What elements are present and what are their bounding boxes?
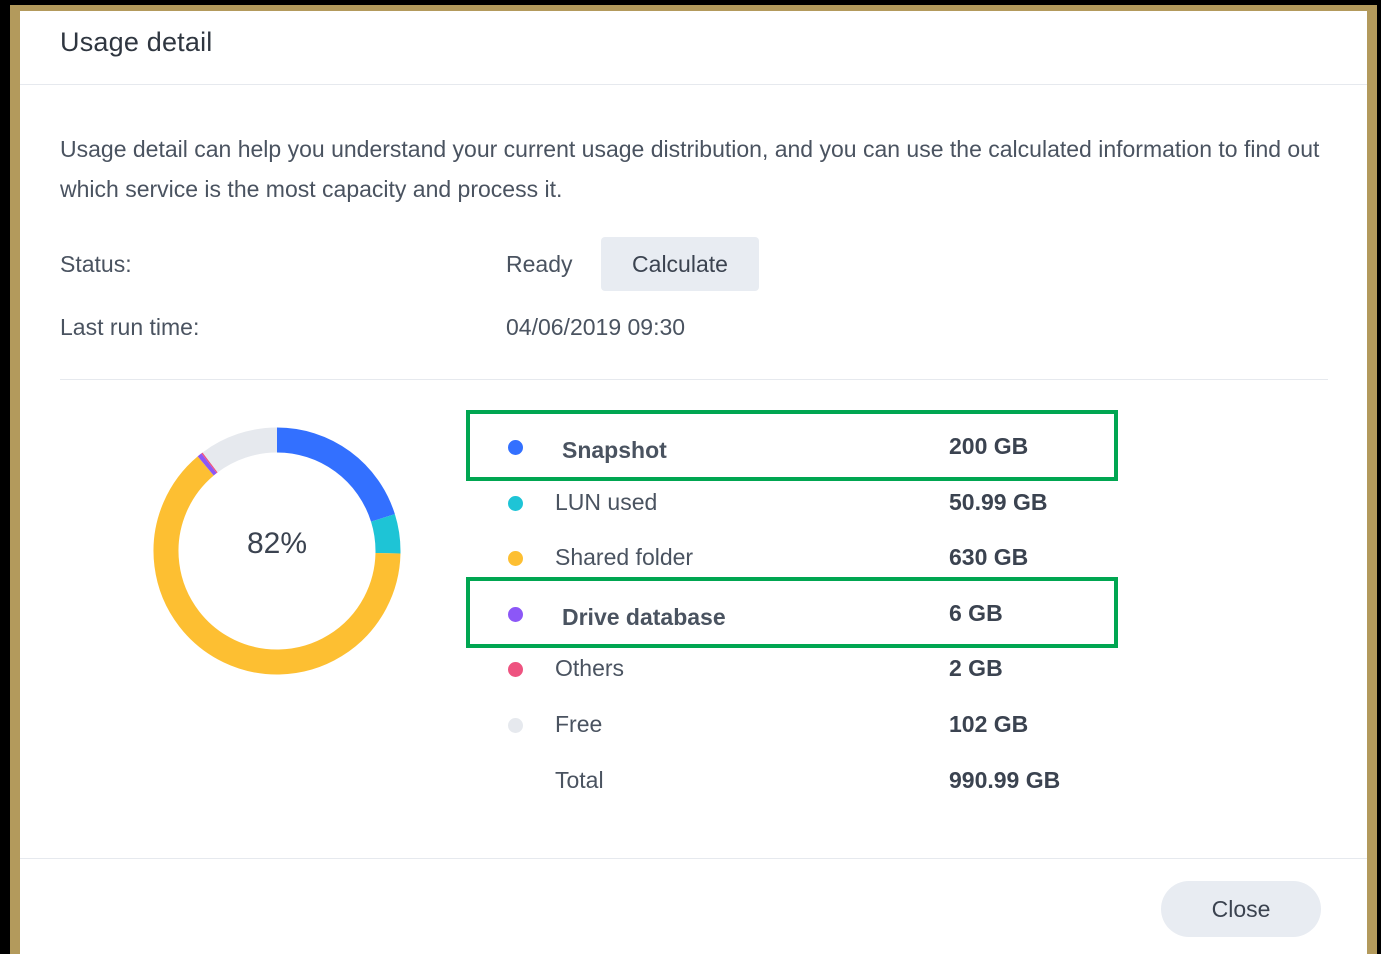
legend-value: 2 GB: [949, 655, 1003, 681]
dialog-title: Usage detail: [60, 27, 213, 57]
legend-name: LUN used: [555, 489, 658, 515]
calculate-button[interactable]: Calculate: [601, 237, 759, 291]
dialog-header: Usage detail: [20, 11, 1367, 85]
highlight-box-drive-database: [466, 577, 1118, 648]
footer-divider: [20, 858, 1367, 859]
highlight-box-snapshot: [466, 410, 1118, 481]
status-value: Ready: [506, 251, 573, 277]
legend-dot: [508, 496, 523, 511]
donut-slice-shared-folder: [153, 456, 401, 675]
donut-slice-others: [201, 452, 218, 474]
legend-value: 102 GB: [949, 711, 1029, 737]
legend-row-lun-used: LUN used 50.99 GB: [490, 484, 1130, 524]
legend-row-total: Total 990.99 GB: [490, 762, 1130, 802]
legend-name: Shared folder: [555, 544, 694, 570]
legend-row-others: Others 2 GB: [490, 650, 1130, 690]
donut-slice-drive-database: [197, 453, 217, 476]
close-button[interactable]: Close: [1161, 881, 1321, 937]
divider: [60, 379, 1328, 380]
legend-dot: [508, 551, 523, 566]
usage-detail-dialog: Usage detail Usage detail can help you u…: [20, 11, 1367, 954]
donut-slice-snapshot: [276, 427, 395, 522]
legend-value: 50.99 GB: [949, 489, 1048, 515]
last-run-label: Last run time:: [60, 314, 200, 340]
legend-name: Free: [555, 711, 603, 737]
description-text: Usage detail can help you understand you…: [60, 136, 1320, 202]
legend-row-shared-folder: Shared folder 630 GB: [490, 539, 1130, 579]
donut-slice-free: [202, 427, 278, 473]
legend-name: Others: [555, 655, 625, 681]
last-run-value: 04/06/2019 09:30: [506, 314, 686, 340]
status-label: Status:: [60, 251, 132, 277]
legend-row-free: Free 102 GB: [490, 706, 1130, 746]
donut-center-label: 82%: [246, 527, 308, 560]
legend-dot: [508, 718, 523, 733]
legend-value: 990.99 GB: [949, 767, 1061, 793]
legend-value: 630 GB: [949, 544, 1029, 570]
legend-dot: [508, 662, 523, 677]
legend-name: Total: [555, 767, 604, 793]
